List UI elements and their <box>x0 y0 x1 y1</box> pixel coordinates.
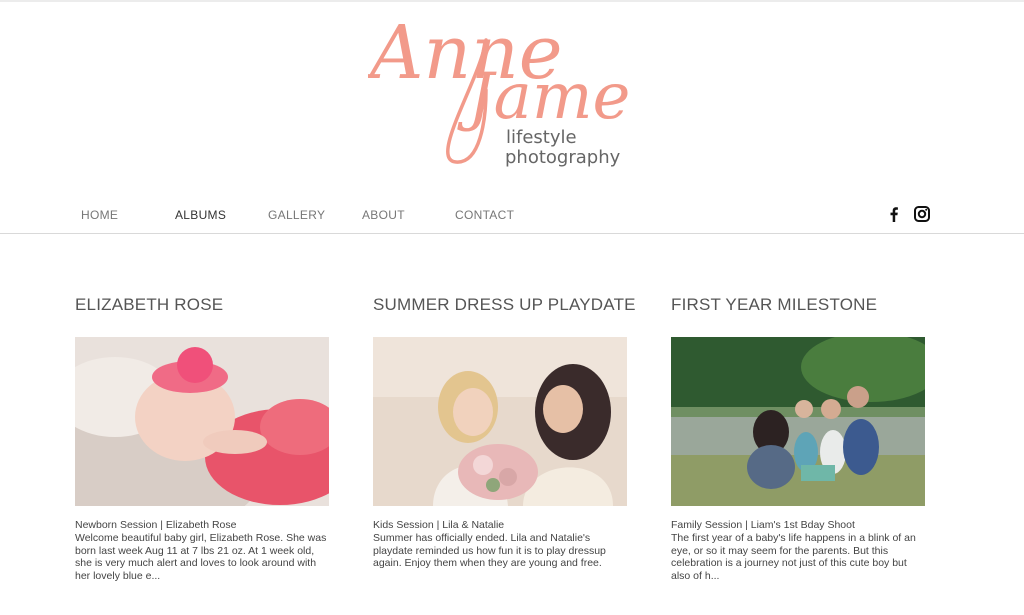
nav-item-about[interactable]: ABOUT <box>362 208 405 222</box>
album-title[interactable]: SUMMER DRESS UP PLAYDATE <box>373 295 636 319</box>
facebook-icon[interactable] <box>885 205 903 223</box>
album-description: Welcome beautiful baby girl, Elizabeth R… <box>75 532 327 582</box>
main-nav: HOME ALBUMS GALLERY ABOUT CONTACT <box>0 196 1024 234</box>
logo-tagline-2: photography <box>505 147 621 168</box>
nav-item-home[interactable]: HOME <box>81 208 118 222</box>
album-card: SUMMER DRESS UP PLAYDATE Kids Session | … <box>373 295 636 569</box>
album-title[interactable]: ELIZABETH ROSE <box>75 295 331 319</box>
album-card: ELIZABETH ROSE Newborn Session | Elizabe… <box>75 295 331 582</box>
album-subtitle: Kids Session | Lila & Natalie <box>373 519 505 531</box>
brand-logo[interactable]: Anne James lifestyle photography <box>368 0 630 170</box>
album-description: The first year of a baby's life happens … <box>671 532 916 582</box>
nav-item-albums[interactable]: ALBUMS <box>175 208 226 222</box>
album-subtitle: Family Session | Liam's 1st Bday Shoot <box>671 519 855 531</box>
logo-tagline-1: lifestyle <box>506 127 577 148</box>
instagram-icon[interactable] <box>913 205 931 223</box>
album-title[interactable]: FIRST YEAR MILESTONE <box>671 295 927 319</box>
logo-graphic: Anne James lifestyle photography <box>368 10 630 168</box>
album-photo[interactable] <box>671 337 925 506</box>
album-description: Summer has officially ended. Lila and Na… <box>373 532 606 569</box>
album-photo[interactable] <box>75 337 329 506</box>
nav-item-contact[interactable]: CONTACT <box>455 208 514 222</box>
nav-item-gallery[interactable]: GALLERY <box>268 208 325 222</box>
album-card: FIRST YEAR MILESTONE Family Session | Li… <box>671 295 927 582</box>
album-photo[interactable] <box>373 337 627 506</box>
album-subtitle: Newborn Session | Elizabeth Rose <box>75 519 237 531</box>
